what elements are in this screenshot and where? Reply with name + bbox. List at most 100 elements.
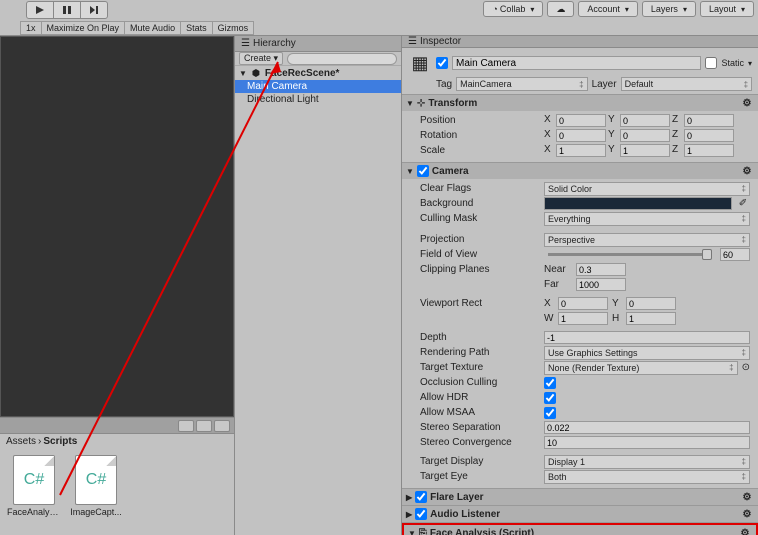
gameobject-header: ▦ Static▾ Tag MainCamera Layer Default [402,48,758,95]
transform-icon: ⊹ [417,98,425,109]
rot-z-input[interactable] [684,129,734,142]
projection-dropdown[interactable]: Perspective [544,233,750,247]
collab-icon: ◔ [492,4,497,14]
asset-item[interactable]: C# FaceAnalys... [10,455,58,517]
eye-dropdown[interactable]: Both [544,470,750,484]
depth-input[interactable] [544,331,750,344]
gear-icon[interactable]: ⚙ [740,508,754,520]
transform-component: ▼⊹Transform⚙ PositionXYZ RotationXYZ Sca… [402,95,758,163]
near-input[interactable] [576,263,626,276]
project-lock-icon[interactable] [196,420,212,432]
flare-header[interactable]: ▶Flare Layer⚙ [402,489,758,505]
gameobject-icon[interactable]: ▦ [408,51,432,75]
account-button[interactable]: Account [578,1,638,17]
msaa-checkbox[interactable] [544,407,556,419]
gizmos-toggle[interactable]: Gizmos [212,21,255,35]
object-picker-icon[interactable]: ⊙ [742,362,750,373]
pause-button[interactable] [53,1,81,19]
layer-dropdown[interactable]: Default [621,77,752,91]
culling-dropdown[interactable]: Everything [544,212,750,226]
project-view-icon[interactable] [178,420,194,432]
script-icon: ⎘ [419,528,427,535]
breadcrumb-root[interactable]: Assets [6,436,36,447]
viewport-toolbar: 1x Maximize On Play Mute Audio Stats Giz… [0,20,758,36]
vp-x-input[interactable] [558,297,608,310]
flare-enable-checkbox[interactable] [415,491,427,503]
hierarchy-search[interactable] [287,53,397,65]
pos-z-input[interactable] [684,114,734,127]
hdr-checkbox[interactable] [544,392,556,404]
hierarchy-item-directional-light[interactable]: Directional Light [235,93,401,106]
unity-scene-icon: ⬢ [250,67,262,79]
audio-header[interactable]: ▶Audio Listener⚙ [402,506,758,522]
rot-y-input[interactable] [620,129,670,142]
csharp-script-icon: C# [13,455,55,505]
stats-toggle[interactable]: Stats [180,21,213,35]
active-checkbox[interactable] [436,57,448,69]
faceanalysis-header[interactable]: ▼⎘Face Analysis (Script)⚙ [404,525,756,535]
clearflags-dropdown[interactable]: Solid Color [544,182,750,196]
targettex-field[interactable]: None (Render Texture) [544,361,738,375]
cloud-button[interactable]: ☁ [547,1,574,17]
pos-x-input[interactable] [556,114,606,127]
game-viewport[interactable] [0,36,234,417]
maximize-toggle[interactable]: Maximize On Play [41,21,126,35]
layers-button[interactable]: Layers [642,1,696,17]
camera-header[interactable]: ▼Camera⚙ [402,163,758,179]
project-panel: Assets › Scripts C# FaceAnalys... C# Ima… [0,417,234,535]
camera-component: ▼Camera⚙ Clear FlagsSolid Color Backgrou… [402,163,758,489]
transform-header[interactable]: ▼⊹Transform⚙ [402,95,758,111]
inspector-tab[interactable]: ☰Inspector [402,36,758,48]
occlusion-checkbox[interactable] [544,377,556,389]
project-menu-icon[interactable] [214,420,230,432]
vp-w-input[interactable] [558,312,608,325]
gear-icon[interactable]: ⚙ [740,491,754,503]
display-dropdown[interactable]: Display 1 [544,455,750,469]
tab-menu-icon: ☰ [241,38,250,49]
step-button[interactable] [80,1,108,19]
scl-x-input[interactable] [556,144,606,157]
rendering-dropdown[interactable]: Use Graphics Settings [544,346,750,360]
far-input[interactable] [576,278,626,291]
scl-z-input[interactable] [684,144,734,157]
audio-component: ▶Audio Listener⚙ [402,506,758,523]
scale-button[interactable]: 1x [20,21,42,35]
fov-input[interactable] [720,248,750,261]
pos-y-input[interactable] [620,114,670,127]
tag-dropdown[interactable]: MainCamera [456,77,587,91]
face-analysis-component: ▼⎘Face Analysis (Script)⚙ Script⎘ FaceAn… [402,523,758,535]
hierarchy-tab[interactable]: ☰Hierarchy [235,36,401,52]
mute-toggle[interactable]: Mute Audio [124,21,181,35]
scene-root[interactable]: ▼ ⬢ FaceRecScene* [235,66,401,80]
breadcrumb-current[interactable]: Scripts [43,436,77,447]
play-button[interactable] [26,1,54,19]
stereosep-input[interactable] [544,421,750,434]
stereoconv-input[interactable] [544,436,750,449]
fov-slider[interactable] [548,253,712,256]
chevron-right-icon: › [38,436,41,447]
gear-icon[interactable]: ⚙ [740,165,754,177]
cloud-icon: ☁ [556,4,565,15]
play-controls [26,1,107,19]
collab-button[interactable]: ◔Collab [483,1,543,17]
gear-icon[interactable]: ⚙ [738,527,752,535]
hierarchy-item-main-camera[interactable]: Main Camera [235,80,401,93]
vp-h-input[interactable] [626,312,676,325]
breadcrumb[interactable]: Assets › Scripts [0,434,234,449]
rot-x-input[interactable] [556,129,606,142]
expand-icon: ▼ [239,69,247,78]
create-menu[interactable]: Create ▾ [239,52,283,65]
vp-y-input[interactable] [626,297,676,310]
asset-item[interactable]: C# ImageCapt... [72,455,120,517]
csharp-script-icon: C# [75,455,117,505]
scl-y-input[interactable] [620,144,670,157]
flare-component: ▶Flare Layer⚙ [402,489,758,506]
layout-button[interactable]: Layout [700,1,754,17]
gear-icon[interactable]: ⚙ [740,97,754,109]
gameobject-name-input[interactable] [452,56,701,70]
camera-enable-checkbox[interactable] [417,165,429,177]
audio-enable-checkbox[interactable] [415,508,427,520]
background-color[interactable] [544,197,732,210]
static-checkbox[interactable] [705,57,717,69]
eyedropper-icon[interactable]: ✐ [736,197,750,210]
